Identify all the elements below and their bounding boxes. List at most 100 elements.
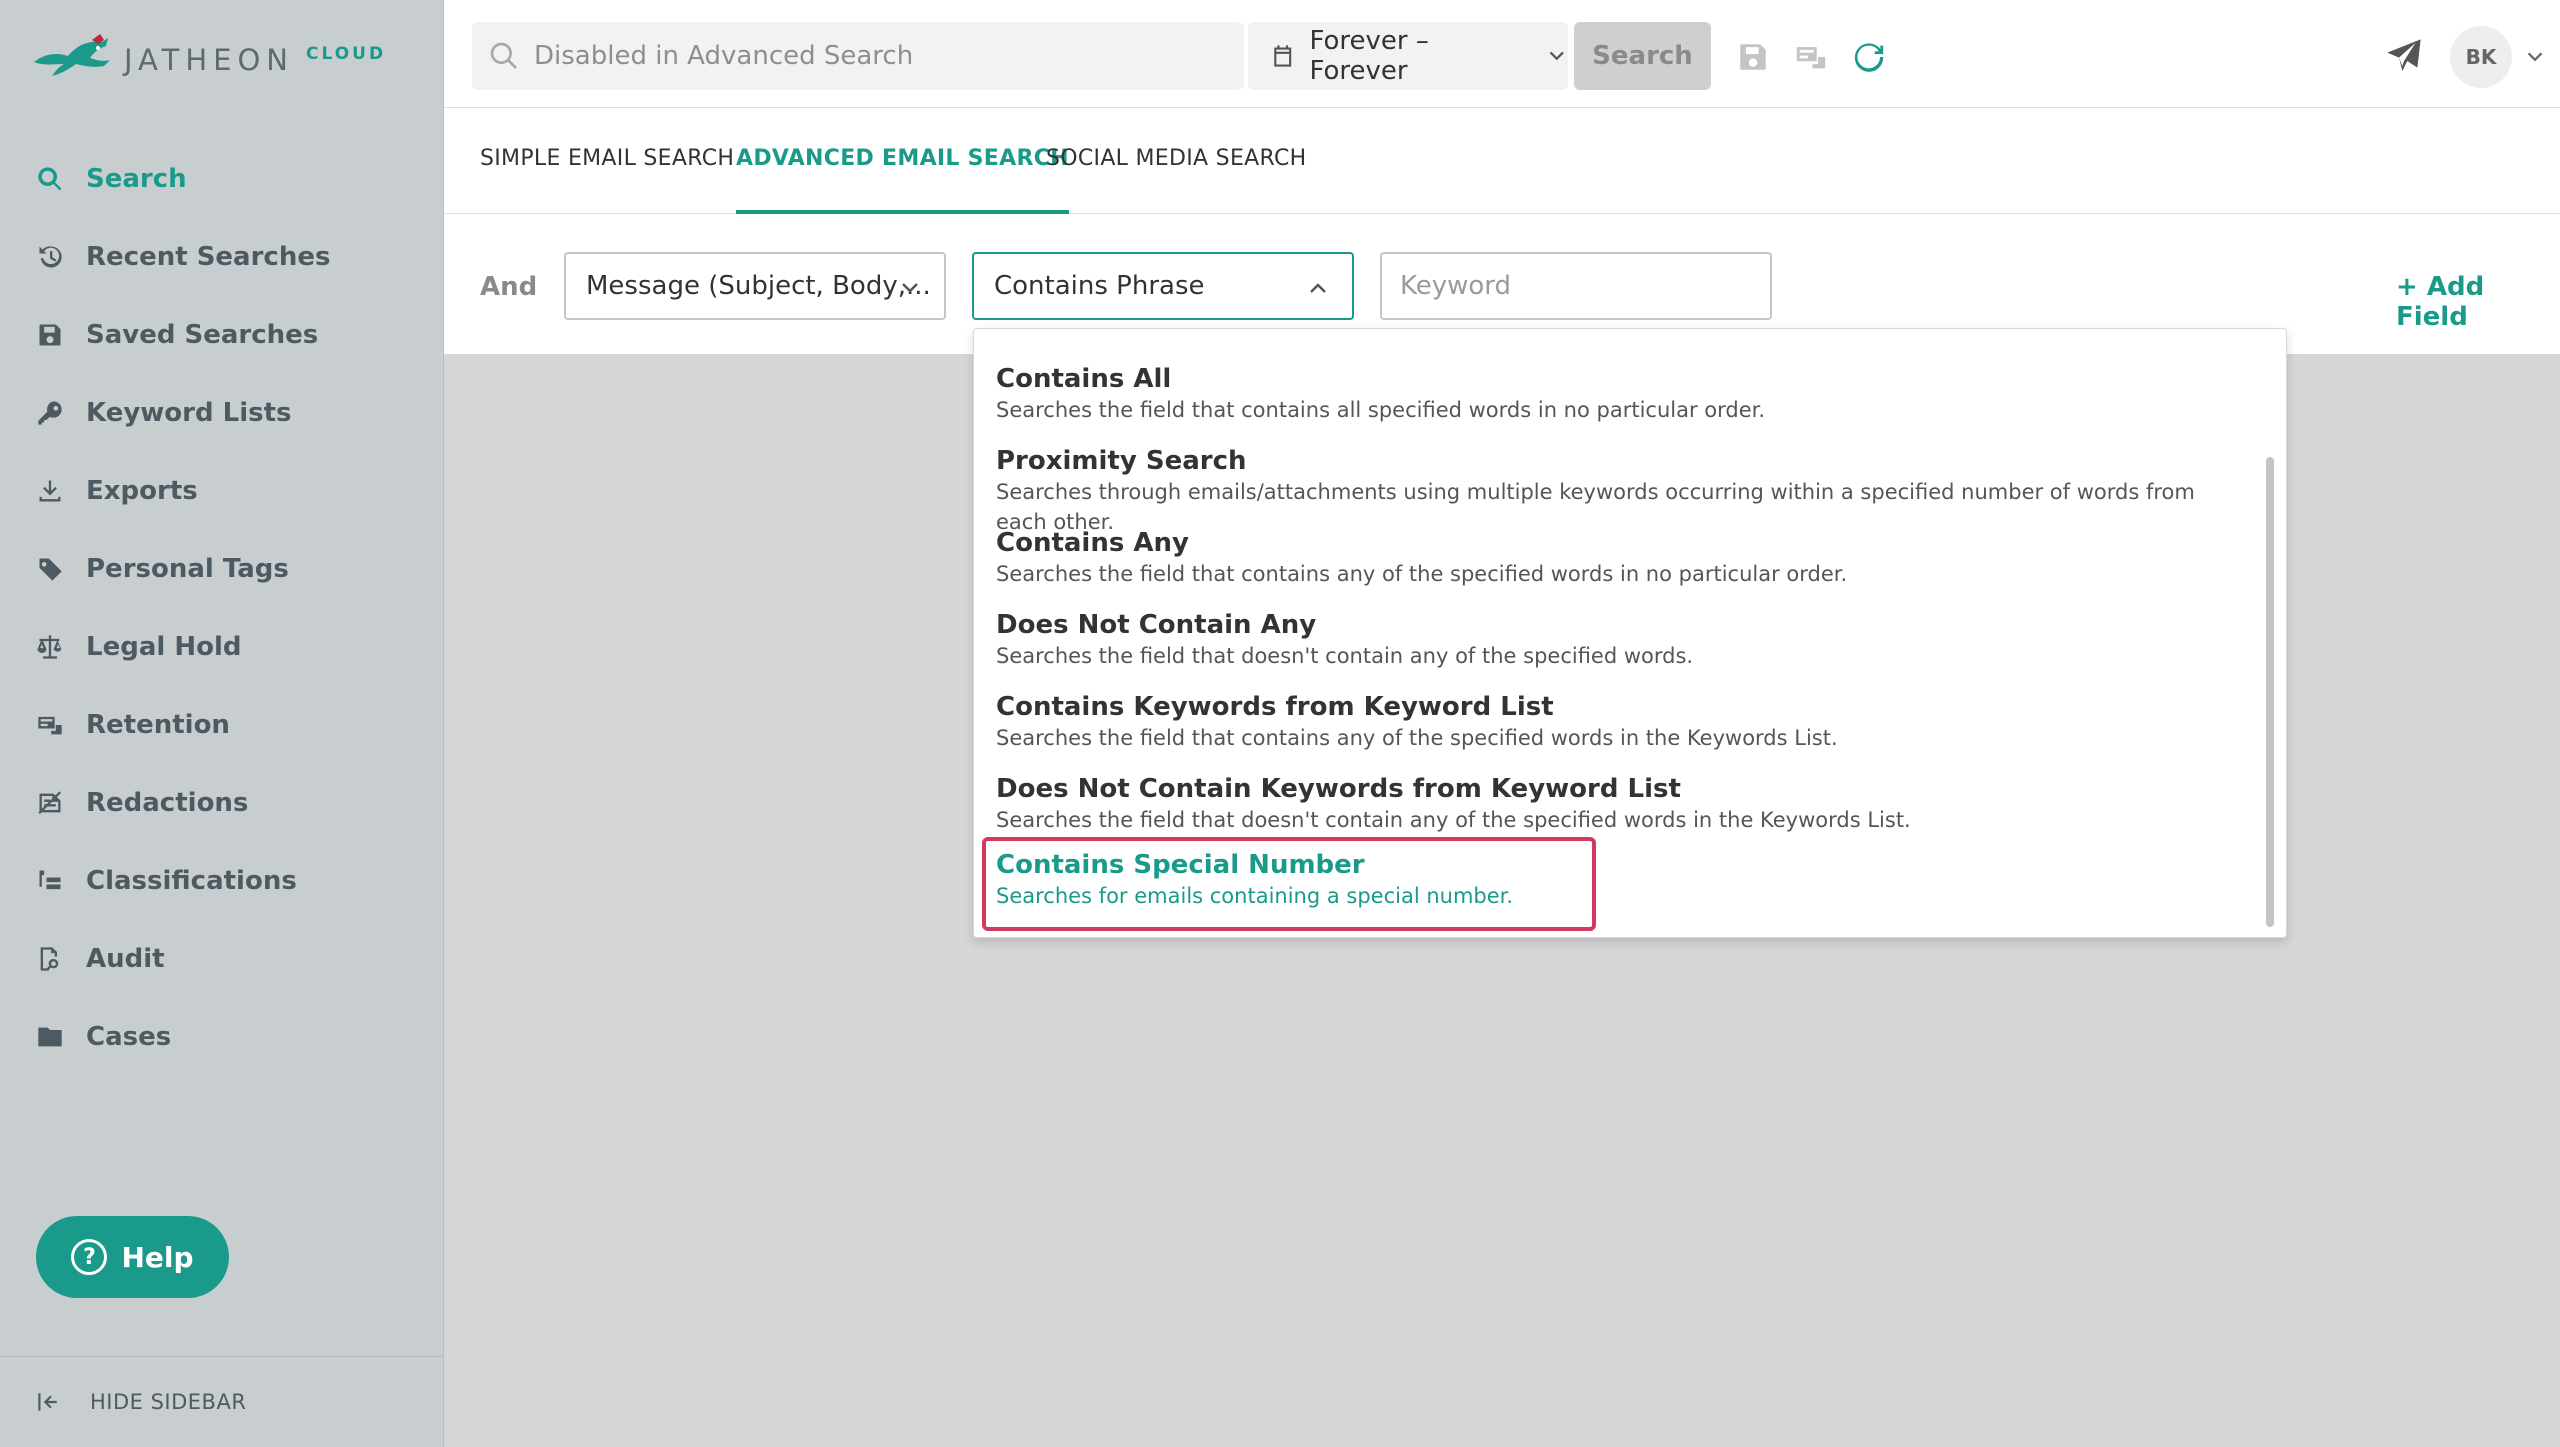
save-search-button[interactable] [1734,38,1772,76]
option-does-not-contain-any[interactable]: Does Not Contain Any Searches the field … [982,601,2252,683]
sidebar-item-label: Exports [86,476,198,506]
option-title: Does Not Contain Keywords from Keyword L… [996,774,1681,804]
sidebar-item-label: Recent Searches [86,242,331,272]
sidebar-item-label: Audit [86,944,165,974]
sidebar-item-label: Saved Searches [86,320,319,350]
retention-icon [1796,47,1826,69]
help-button[interactable]: ? Help [36,1216,229,1298]
keyword-placeholder: Keyword [1400,271,1512,301]
hide-sidebar-button[interactable]: HIDE SIDEBAR [0,1356,444,1447]
redaction-icon [34,787,66,819]
hide-sidebar-label: HIDE SIDEBAR [90,1390,247,1414]
option-contains-all[interactable]: Contains All Searches the field that con… [982,355,2252,437]
retention-icon [34,709,66,741]
sidebar-item-recent-searches[interactable]: Recent Searches [0,218,444,296]
search-tabs: SIMPLE EMAIL SEARCH ADVANCED EMAIL SEARC… [444,108,2560,214]
chevron-down-icon[interactable] [2524,46,2546,68]
option-title: Contains Any [996,528,1189,558]
sidebar-item-label: Classifications [86,866,297,896]
condition-select[interactable]: Contains Phrase [972,252,1354,320]
search-placeholder: Disabled in Advanced Search [534,41,914,71]
tag-icon [34,553,66,585]
question-icon: ? [71,1239,108,1275]
option-title: Contains Keywords from Keyword List [996,692,1554,722]
key-icon [34,397,66,429]
option-title: Contains All [996,364,1172,394]
tab-advanced-email-search[interactable]: ADVANCED EMAIL SEARCH [736,146,1069,214]
option-proximity-search[interactable]: Proximity Search Searches through emails… [982,437,2252,534]
date-range-select[interactable]: Forever – Forever [1248,22,1568,90]
top-bar: Disabled in Advanced Search Forever – Fo… [444,0,2560,108]
option-contains-special-number[interactable]: Contains Special Number Searches for ema… [982,837,1596,931]
add-field-button[interactable]: + Add Field [2396,272,2560,332]
option-does-not-contain-keywords-from-list[interactable]: Does Not Contain Keywords from Keyword L… [982,765,2252,847]
option-description: Searches the field that doesn't contain … [996,644,1694,668]
sidebar-item-exports[interactable]: Exports [0,452,444,530]
download-icon [34,475,66,507]
field-select[interactable]: Message (Subject, Body,... [564,252,946,320]
option-description: Searches the field that contains any of … [996,726,1838,750]
option-description: Searches for emails containing a special… [996,884,1514,908]
audit-icon [34,943,66,975]
search-button[interactable]: Search [1574,22,1711,90]
retention-action-button[interactable] [1792,38,1830,76]
option-title: Contains Special Number [996,850,1365,880]
refresh-icon [1854,43,1884,72]
scale-icon [34,631,66,663]
option-description: Searches the field that doesn't contain … [996,808,1911,832]
sidebar-item-label: Keyword Lists [86,398,292,428]
date-range-value: Forever – Forever [1309,26,1429,86]
sidebar-item-personal-tags[interactable]: Personal Tags [0,530,444,608]
sidebar-item-label: Personal Tags [86,554,289,584]
save-icon [1740,44,1766,70]
condition-select-value: Contains Phrase [994,271,1205,301]
sidebar: JATHEON CLOUD Search Recent Searches Sav… [0,0,444,1447]
global-search-input[interactable]: Disabled in Advanced Search [472,22,1244,90]
condition-dropdown-menu: · · · · · · · · · · · · · Contains All S… [973,328,2287,938]
lizard-logo-icon [34,34,110,76]
hierarchy-icon [34,865,66,897]
sidebar-item-audit[interactable]: Audit [0,920,444,998]
sidebar-item-label: Search [86,164,187,194]
option-title: Proximity Search [996,446,1247,476]
option-contains-keywords-from-list[interactable]: Contains Keywords from Keyword List Sear… [982,683,2252,765]
jatheon-logo[interactable]: JATHEON CLOUD [30,32,386,88]
sidebar-nav: Search Recent Searches Saved Searches Ke… [0,140,444,1076]
send-icon[interactable] [2384,36,2424,76]
sidebar-item-label: Cases [86,1022,172,1052]
sidebar-item-classifications[interactable]: Classifications [0,842,444,920]
brand-suffix: CLOUD [306,44,387,64]
dropdown-scrollbar[interactable] [2266,457,2274,927]
collapse-left-icon [38,1393,57,1411]
history-icon [34,241,66,273]
save-icon [34,319,66,351]
brand-name: JATHEON [124,43,294,77]
refresh-button[interactable] [1850,38,1888,76]
sidebar-item-retention[interactable]: Retention [0,686,444,764]
sidebar-item-legal-hold[interactable]: Legal Hold [0,608,444,686]
search-icon [34,163,66,195]
option-contains-any[interactable]: Contains Any Searches the field that con… [982,519,2252,601]
sidebar-item-label: Legal Hold [86,632,242,662]
help-label: Help [121,1240,194,1274]
operator-label: And [480,272,538,302]
sidebar-item-cases[interactable]: Cases [0,998,444,1076]
field-select-value: Message (Subject, Body,... [586,271,931,301]
tab-simple-email-search[interactable]: SIMPLE EMAIL SEARCH [480,146,734,214]
user-avatar[interactable]: BK [2450,26,2512,88]
option-description: Searches the field that contains any of … [996,562,1848,586]
sidebar-item-keyword-lists[interactable]: Keyword Lists [0,374,444,452]
keyword-input[interactable]: Keyword [1380,252,1772,320]
chevron-up-icon [1310,283,1326,293]
option-title: Does Not Contain Any [996,610,1317,640]
sidebar-item-redactions[interactable]: Redactions [0,764,444,842]
calendar-icon [1274,45,1292,67]
tab-social-media-search[interactable]: SOCIAL MEDIA SEARCH [1046,146,1307,214]
chevron-down-icon [1550,51,1565,61]
sidebar-item-label: Retention [86,710,230,740]
sidebar-item-label: Redactions [86,788,249,818]
sidebar-item-search[interactable]: Search [0,140,444,218]
sidebar-item-saved-searches[interactable]: Saved Searches [0,296,444,374]
clipped-option-fragment: · · · · · · · · · · · · · [1394,331,1794,339]
chevron-down-icon [902,283,918,293]
